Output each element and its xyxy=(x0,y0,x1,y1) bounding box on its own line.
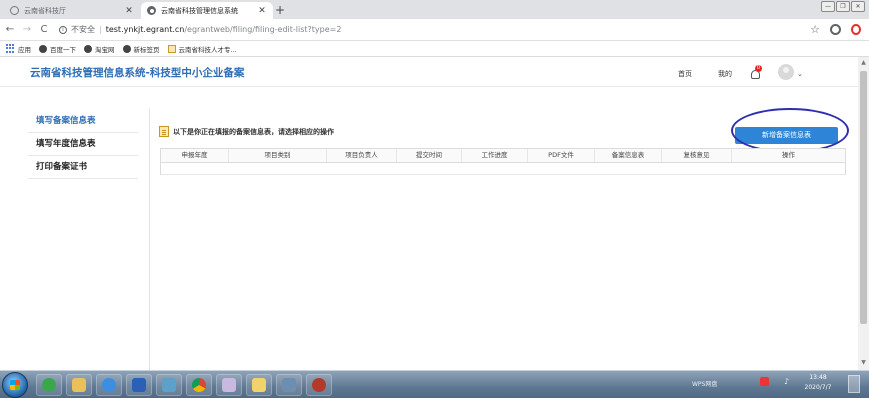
url-path: /egrantweb/filing/filing-edit-list?type=… xyxy=(184,25,342,34)
add-filing-button[interactable]: 新增备案信息表 xyxy=(735,127,838,144)
close-icon[interactable]: ✕ xyxy=(124,6,134,16)
chrome-taskbar-icon[interactable] xyxy=(186,374,212,396)
clock-time: 13:48 xyxy=(809,374,827,381)
word-icon[interactable] xyxy=(126,374,152,396)
wps-icon[interactable] xyxy=(760,377,769,386)
bookmark-label: 新标签页 xyxy=(133,45,160,54)
image-icon xyxy=(167,44,176,53)
globe-icon xyxy=(84,44,92,53)
column-header: PDF文件 xyxy=(528,149,595,162)
site-header: 云南省科技管理信息系统-科技型中小企业备案 首页 我的 0 ⌄ xyxy=(0,57,858,87)
url-divider: | xyxy=(99,25,102,34)
scroll-up-icon[interactable]: ▲ xyxy=(860,59,867,67)
notes-icon[interactable] xyxy=(156,374,182,396)
bookmark-newtab[interactable]: 新标签页 xyxy=(122,44,160,54)
document-edit-icon xyxy=(159,126,169,137)
image-viewer-icon[interactable] xyxy=(276,374,302,396)
bookmark-label: 云南省科技人才专... xyxy=(178,45,237,54)
page-scrollbar[interactable]: ▲ ▼ xyxy=(858,57,869,370)
bookmark-label: 应用 xyxy=(18,45,31,54)
column-header: 项目负责人 xyxy=(327,149,397,162)
avatar[interactable] xyxy=(778,64,794,80)
scroll-down-icon[interactable]: ▼ xyxy=(860,359,867,367)
ie-browser-icon[interactable] xyxy=(96,374,122,396)
clock-date: 2020/7/7 xyxy=(804,384,832,391)
chrome-icon xyxy=(147,6,156,15)
volume-icon[interactable]: ♪ xyxy=(784,377,789,386)
browser-tab-bar: 云南省科技厅 ✕ 云南省科技管理信息系统 ✕ + — ❐ ✕ xyxy=(0,0,869,19)
close-icon[interactable]: ✕ xyxy=(257,6,267,16)
nav-mine-link[interactable]: 我的 xyxy=(718,69,732,79)
tab-title: 云南省科技管理信息系统 xyxy=(161,6,238,15)
wps-cloud-label[interactable]: WPS网盘 xyxy=(692,379,717,388)
bookmark-label: 淘宝网 xyxy=(95,45,115,54)
sidebar-item-print-certificate[interactable]: 打印备案证书 xyxy=(28,156,138,179)
back-icon[interactable]: ← xyxy=(3,24,17,35)
globe-icon xyxy=(122,44,131,53)
window-controls: — ❐ ✕ xyxy=(821,1,865,12)
apps-icon xyxy=(6,44,15,53)
notifications-button[interactable]: 0 xyxy=(750,64,762,80)
nav-home-link[interactable]: 首页 xyxy=(678,69,692,79)
notification-badge: 0 xyxy=(755,64,762,72)
start-button[interactable] xyxy=(2,372,28,398)
sidebar-item-fill-annual[interactable]: 填写年度信息表 xyxy=(28,133,138,156)
info-icon[interactable]: i xyxy=(59,25,67,34)
bookmark-baidu[interactable]: 百度一下 xyxy=(39,44,76,54)
column-header: 项目类别 xyxy=(229,149,327,162)
windows-taskbar: WPS网盘 ♪ 13:48 2020/7/7 xyxy=(0,370,869,398)
game-icon[interactable] xyxy=(306,374,332,396)
url-field[interactable]: i 不安全 | test.ynkjt.egrant.cn /egrantweb/… xyxy=(59,24,341,35)
browser-tab-system[interactable]: 云南省科技管理信息系统 ✕ xyxy=(141,2,273,19)
loading-icon xyxy=(10,6,19,15)
table-row xyxy=(161,163,845,175)
column-header: 工作进度 xyxy=(462,149,528,162)
column-header: 备案信息表 xyxy=(595,149,662,162)
column-header: 提交时间 xyxy=(397,149,462,162)
bookmark-talent[interactable]: 云南省科技人才专... xyxy=(167,44,237,54)
app-360-icon[interactable] xyxy=(36,374,62,396)
sidebar-divider xyxy=(149,108,150,370)
url-host: test.ynkjt.egrant.cn xyxy=(105,25,185,34)
maximize-icon[interactable]: ❐ xyxy=(836,1,850,12)
folder-icon[interactable] xyxy=(246,374,272,396)
paint-icon[interactable] xyxy=(216,374,242,396)
chevron-down-icon[interactable]: ⌄ xyxy=(797,70,803,78)
address-bar: ← → C i 不安全 | test.ynkjt.egrant.cn /egra… xyxy=(0,19,869,41)
instruction-text: 以下是你正在填报的备案信息表，请选择相应的操作 xyxy=(159,126,334,137)
system-clock[interactable]: 13:48 2020/7/7 xyxy=(800,373,836,393)
scrollbar-thumb[interactable] xyxy=(860,71,867,324)
security-label: 不安全 xyxy=(71,25,95,34)
column-header: 申报年度 xyxy=(161,149,229,162)
bookmarks-bar: 应用 百度一下 淘宝网 新标签页 云南省科技人才专... xyxy=(0,41,869,57)
address-bar-actions: ☆ xyxy=(810,23,861,36)
table-header: 申报年度 项目类别 项目负责人 提交时间 工作进度 PDF文件 备案信息表 复核… xyxy=(161,149,845,163)
new-tab-button[interactable]: + xyxy=(275,3,285,17)
forward-icon[interactable]: → xyxy=(20,24,34,35)
column-header: 复核意见 xyxy=(662,149,732,162)
bookmark-star-icon[interactable]: ☆ xyxy=(810,23,820,36)
globe-icon xyxy=(39,44,47,53)
show-desktop-button[interactable] xyxy=(848,375,860,393)
minimize-icon[interactable]: — xyxy=(821,1,835,12)
bookmark-apps[interactable]: 应用 xyxy=(0,44,31,54)
filing-table: 申报年度 项目类别 项目负责人 提交时间 工作进度 PDF文件 备案信息表 复核… xyxy=(160,148,846,175)
browser-tab-kjt[interactable]: 云南省科技厅 ✕ xyxy=(4,2,140,19)
instruction-label: 以下是你正在填报的备案信息表，请选择相应的操作 xyxy=(173,127,334,136)
sidebar: 填写备案信息表 填写年度信息表 打印备案证书 xyxy=(28,110,138,179)
bookmark-taobao[interactable]: 淘宝网 xyxy=(84,44,115,54)
profile-icon[interactable] xyxy=(830,24,841,35)
site-title: 云南省科技管理信息系统-科技型中小企业备案 xyxy=(30,67,245,79)
reload-icon[interactable]: C xyxy=(37,24,51,35)
tab-title: 云南省科技厅 xyxy=(24,6,66,15)
bookmark-label: 百度一下 xyxy=(50,45,76,54)
extension-icon[interactable] xyxy=(851,24,861,35)
column-header: 操作 xyxy=(782,151,795,159)
sidebar-item-fill-filing[interactable]: 填写备案信息表 xyxy=(28,110,138,133)
site-nav: 首页 我的 0 ⌄ xyxy=(678,64,803,80)
file-explorer-icon[interactable] xyxy=(66,374,92,396)
close-window-icon[interactable]: ✕ xyxy=(851,1,865,12)
